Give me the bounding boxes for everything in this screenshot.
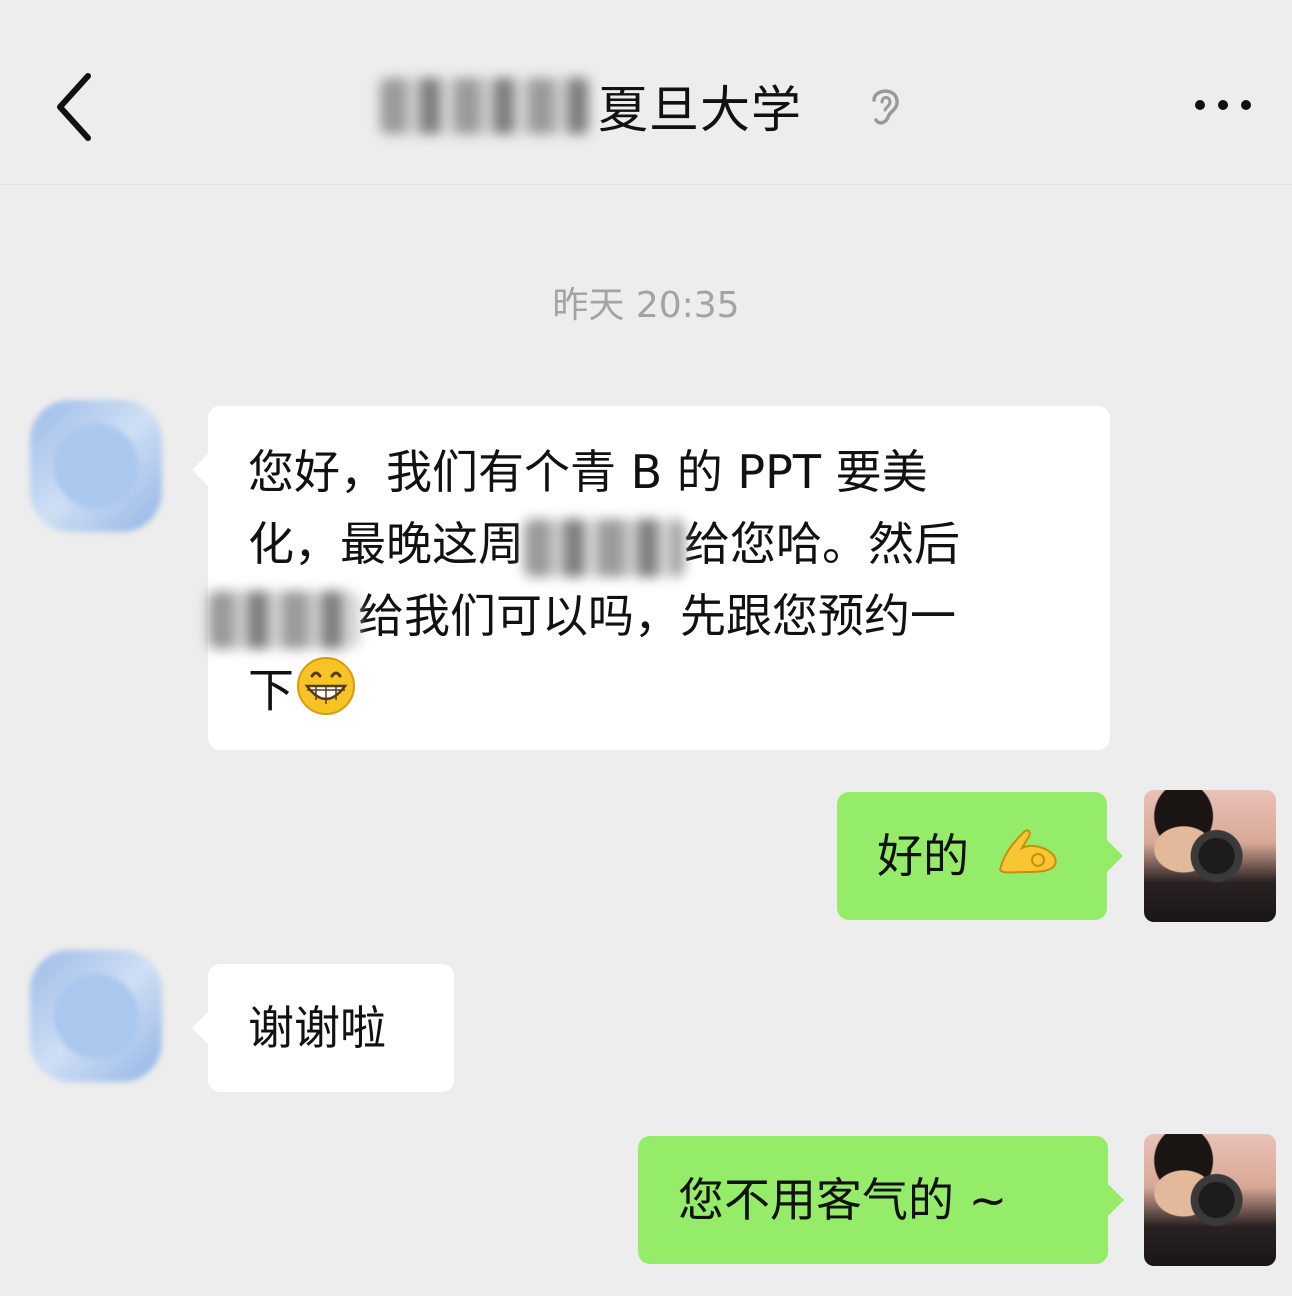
message-line: 给我们可以吗，先跟您预约一 bbox=[208, 580, 1080, 652]
user-avatar[interactable] bbox=[1144, 790, 1276, 922]
redacted-name-block bbox=[380, 78, 590, 134]
redacted-text-block bbox=[524, 518, 684, 577]
more-options-button[interactable] bbox=[1188, 80, 1258, 130]
message-bubble-incoming[interactable]: 谢谢啦 bbox=[192, 964, 454, 1092]
message-line: 化，最晚这周 给您哈。然后 bbox=[248, 508, 1080, 580]
contact-avatar[interactable] bbox=[30, 400, 162, 532]
message-line: 您好，我们有个青 B 的 PPT 要美 bbox=[248, 445, 928, 499]
back-button[interactable] bbox=[40, 62, 110, 152]
earpiece-mode-icon bbox=[872, 89, 899, 125]
message-line: 下 bbox=[248, 652, 1080, 736]
chevron-left-icon bbox=[57, 73, 91, 141]
grinning-face-emoji bbox=[294, 652, 358, 736]
message-bubble-incoming[interactable]: 您好，我们有个青 B 的 PPT 要美 化，最晚这周 给您哈。然后 给我们可以吗，… bbox=[192, 406, 1110, 750]
chat-screen: 夏旦大学 昨天 20:35 您好，我们有个青 B 的 PPT 要美 化，最晚这周… bbox=[0, 0, 1292, 1296]
chat-header: 夏旦大学 bbox=[0, 0, 1292, 185]
message-bubble-outgoing[interactable]: 好的 bbox=[837, 792, 1123, 920]
ok-hand-emoji bbox=[994, 822, 1064, 898]
chat-title: 夏旦大学 bbox=[380, 66, 802, 146]
message-bubble-outgoing[interactable]: 您不用客气的 ~ bbox=[638, 1136, 1124, 1264]
user-avatar[interactable] bbox=[1144, 1134, 1276, 1266]
chat-title-text: 夏旦大学 bbox=[598, 81, 802, 139]
contact-avatar[interactable] bbox=[30, 950, 162, 1082]
redacted-text-block bbox=[208, 590, 358, 649]
message-timestamp: 昨天 20:35 bbox=[552, 285, 740, 326]
more-dots-icon bbox=[1195, 100, 1251, 110]
